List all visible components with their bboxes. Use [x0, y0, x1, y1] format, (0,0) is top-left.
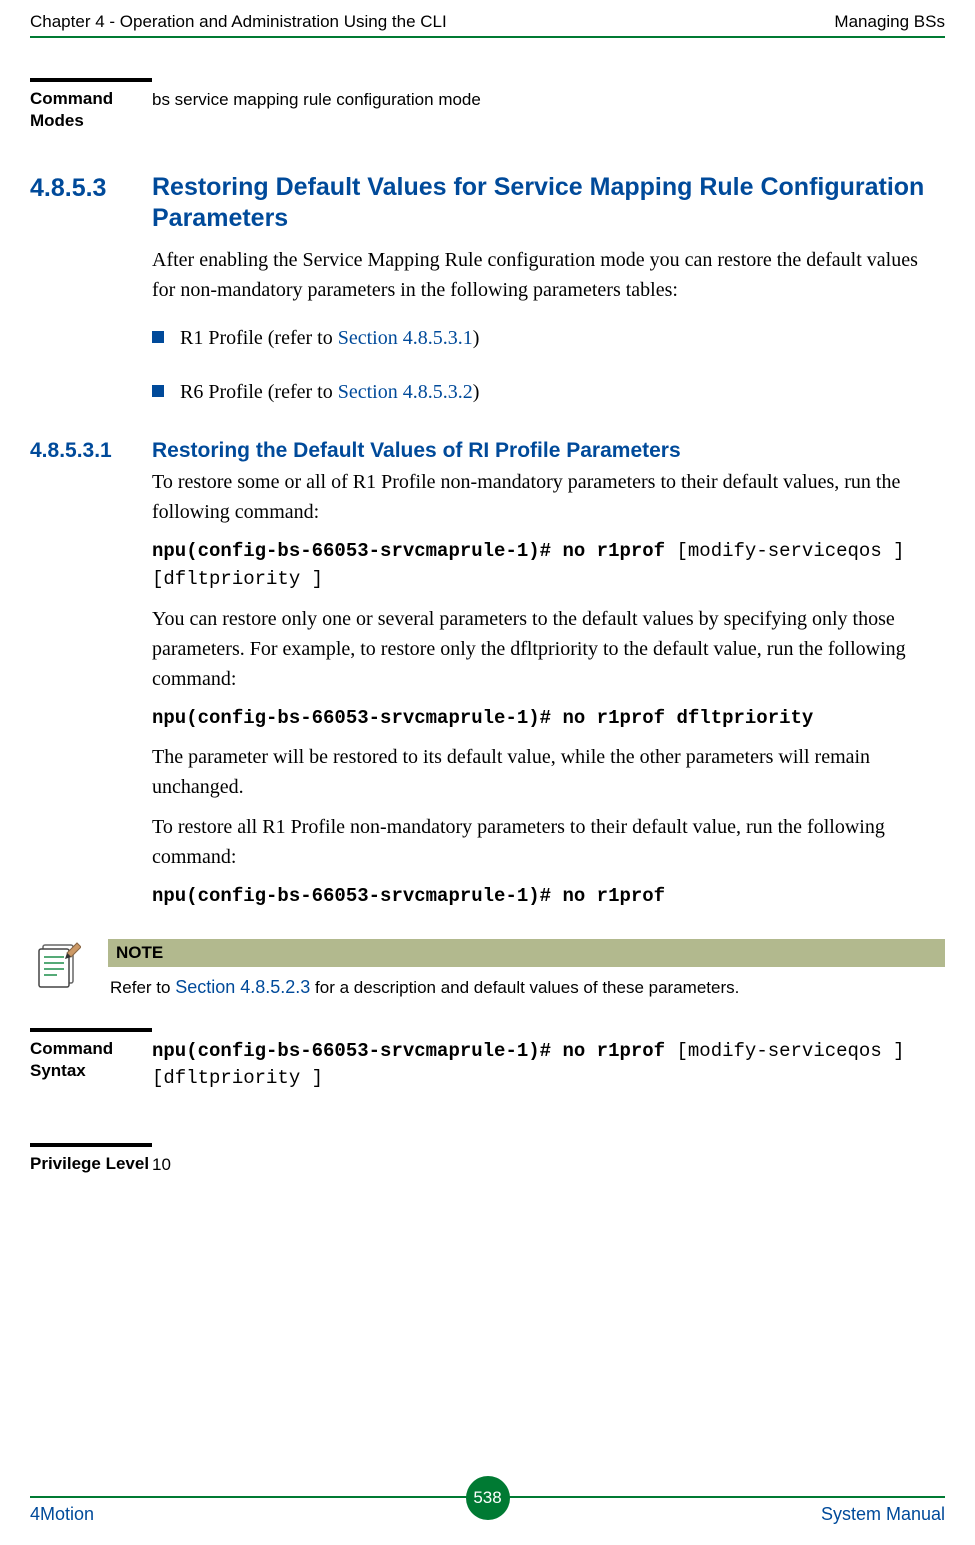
bullet-suffix: ) — [473, 381, 480, 403]
section-title: Restoring Default Values for Service Map… — [152, 172, 945, 235]
privilege-level-value: 10 — [152, 1143, 945, 1178]
page-header: Chapter 4 - Operation and Administration… — [30, 0, 945, 38]
note-box: NOTE Refer to Section 4.8.5.2.3 for a de… — [30, 939, 945, 998]
paragraph: The parameter will be restored to its de… — [152, 742, 945, 802]
header-left: Chapter 4 - Operation and Administration… — [30, 12, 447, 32]
list-item: R6 Profile (refer to Section 4.8.5.3.2) — [152, 377, 945, 407]
footer-left: 4Motion — [30, 1504, 94, 1525]
command-text: npu(config-bs-66053-srvcmaprule-1)# no r… — [152, 537, 945, 594]
section-number: 4.8.5.3 — [30, 172, 152, 235]
subsection-number: 4.8.5.3.1 — [30, 439, 152, 463]
header-right: Managing BSs — [834, 12, 945, 32]
footer-right: System Manual — [821, 1504, 945, 1525]
section-intro: After enabling the Service Mapping Rule … — [152, 245, 945, 305]
subsection-title: Restoring the Default Values of RI Profi… — [152, 439, 945, 463]
section-link[interactable]: Section 4.8.5.3.1 — [338, 327, 473, 349]
note-text: Refer to Section 4.8.5.2.3 for a descrip… — [108, 967, 945, 998]
command-text: npu(config-bs-66053-srvcmaprule-1)# no r… — [152, 882, 945, 911]
command-syntax-value: npu(config-bs-66053-srvcmaprule-1)# no r… — [152, 1028, 945, 1093]
paragraph: To restore all R1 Profile non-mandatory … — [152, 812, 945, 872]
command-syntax-label: Command Syntax — [30, 1028, 152, 1093]
bullet-icon — [152, 385, 164, 397]
page-footer: 4Motion 538 System Manual — [30, 1496, 945, 1525]
bullet-text: R1 Profile (refer to — [180, 327, 338, 349]
page-number: 538 — [466, 1476, 510, 1520]
command-text: npu(config-bs-66053-srvcmaprule-1)# no r… — [152, 704, 945, 733]
bullet-text: R6 Profile (refer to — [180, 381, 338, 403]
bullet-suffix: ) — [473, 327, 480, 349]
section-link[interactable]: Section 4.8.5.2.3 — [175, 977, 310, 997]
bullet-icon — [152, 331, 164, 343]
note-heading: NOTE — [108, 939, 945, 967]
section-link[interactable]: Section 4.8.5.3.2 — [338, 381, 473, 403]
paragraph: To restore some or all of R1 Profile non… — [152, 467, 945, 527]
privilege-level-label: Privilege Level — [30, 1143, 152, 1178]
paragraph: You can restore only one or several para… — [152, 604, 945, 694]
command-modes-label: Command Modes — [30, 78, 152, 132]
command-modes-value: bs service mapping rule configuration mo… — [152, 78, 945, 132]
list-item: R1 Profile (refer to Section 4.8.5.3.1) — [152, 323, 945, 353]
note-icon — [30, 939, 88, 998]
